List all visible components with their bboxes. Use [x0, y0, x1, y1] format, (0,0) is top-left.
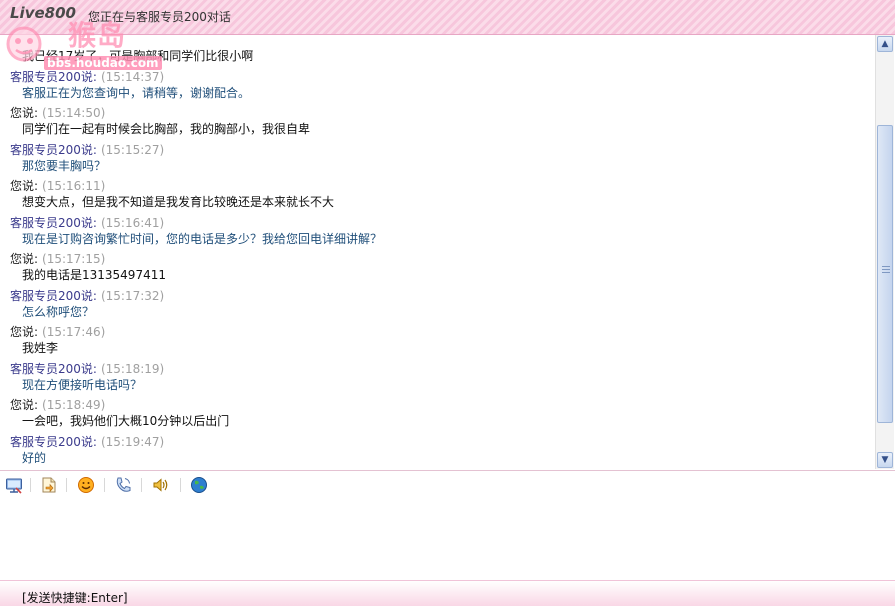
message-text: 好的 — [22, 450, 47, 465]
message-sender: 客服专员200说: — [10, 142, 97, 157]
chat-message: 客服专员200说: (15:15:27) 那您要丰胸吗？ — [0, 139, 874, 176]
message-timestamp: (15:19:47) — [100, 434, 165, 449]
message-text: 那您要丰胸吗？ — [22, 158, 107, 173]
message-sender: 客服专员200说: — [10, 361, 97, 376]
toolbar-separator — [104, 478, 105, 492]
chat-message: 客服专员200说: (15:17:32) 怎么称呼您？ — [0, 285, 874, 322]
message-text: 我姓李 — [22, 341, 59, 355]
message-header: 客服专员200说: (15:18:19) — [10, 360, 164, 377]
screen-capture-icon[interactable] — [5, 476, 23, 494]
message-timestamp: (15:17:32) — [100, 288, 165, 303]
message-text: 我的电话是13135497411 — [22, 268, 166, 282]
message-sender: 您说: — [10, 106, 39, 120]
scroll-thumb[interactable] — [877, 125, 893, 423]
message-header: 您说: (15:16:11) — [10, 177, 105, 194]
message-timestamp: (15:16:11) — [42, 179, 106, 193]
sound-icon[interactable] — [152, 476, 170, 494]
message-timestamp: (15:15:27) — [100, 142, 165, 157]
status-bar: [发送快捷键:Enter] — [0, 580, 895, 606]
watermark-url: bbs.houdao.com — [44, 56, 162, 70]
scroll-up-button[interactable]: ▲ — [877, 36, 893, 52]
message-sender: 客服专员200说: — [10, 288, 97, 303]
message-header: 您说: (15:14:50) — [10, 104, 105, 121]
message-header: 客服专员200说: (15:16:41) — [10, 214, 164, 231]
message-sender: 您说: — [10, 252, 39, 266]
file-send-icon[interactable] — [40, 476, 58, 494]
emoticon-icon[interactable] — [77, 476, 95, 494]
send-shortcut-hint: [发送快捷键:Enter] — [22, 591, 128, 605]
chat-message: 客服专员200说: (15:16:41) 现在是订购咨询繁忙时间，您的电话是多少？我… — [0, 212, 874, 249]
watermark-monkey-icon — [6, 26, 42, 62]
chat-message: 您说: (15:18:49) 一会吧，我妈他们大概10分钟以后出门 — [0, 394, 874, 431]
scroll-down-button[interactable]: ▼ — [877, 452, 893, 468]
chat-history[interactable]: 我已经17岁了，可是胸部和同学们比很小啊 客服专员200说:(15:14:37)… — [0, 35, 874, 469]
chat-scrollbar[interactable]: ▲ ▼ — [875, 35, 894, 469]
message-header: 客服专员200说: (15:15:27) — [10, 141, 164, 158]
chat-message: 客服专员200说: (15:18:19) 现在方便接听电话吗？ — [0, 358, 874, 395]
watermark-text: 猴岛 — [68, 19, 127, 52]
chat-message: 您说: (15:14:50) 同学们在一起有时候会比胸部，我的胸部小，我很自卑 — [0, 102, 874, 139]
message-header: 客服专员200说: (15:17:32) — [10, 287, 164, 304]
message-text: 客服正在为您查询中，请稍等，谢谢配合。 — [22, 85, 251, 100]
toolbar-separator — [66, 478, 67, 492]
message-text: 现在方便接听电话吗？ — [22, 377, 143, 392]
chat-toolbar — [0, 470, 895, 499]
message-input[interactable] — [0, 499, 895, 583]
message-sender: 您说: — [10, 398, 39, 412]
message-header: 您说: (15:18:49) — [10, 396, 105, 413]
message-list: 我已经17岁了，可是胸部和同学们比很小啊 客服专员200说:(15:14:37)… — [0, 35, 874, 469]
message-header: 您说: (15:17:46) — [10, 323, 105, 340]
message-header: 客服专员200说: (15:19:47) — [10, 433, 164, 450]
message-sender: 客服专员200说: — [10, 434, 97, 449]
message-timestamp: (15:17:46) — [42, 325, 106, 339]
message-text: 一会吧，我妈他们大概10分钟以后出门 — [22, 414, 230, 428]
message-timestamp: (15:14:50) — [42, 106, 106, 120]
message-text: 想变大点，但是我不知道是我发育比较晚还是本来就长不大 — [22, 195, 335, 209]
chat-message: 客服专员200说: (15:19:47) 好的 — [0, 431, 874, 468]
toolbar-separator — [180, 478, 181, 492]
chat-message: 您说:(15:21:55) — [0, 467, 874, 469]
message-sender: 您说: — [10, 325, 39, 339]
message-timestamp: (15:18:19) — [100, 361, 165, 376]
scroll-grip-icon — [882, 266, 890, 275]
message-timestamp: (15:18:49) — [42, 398, 106, 412]
web-browser-icon[interactable] — [190, 476, 208, 494]
message-sender: 您说: — [10, 179, 39, 193]
chat-message: 您说: (15:17:46) 我姓李 — [0, 321, 874, 358]
message-timestamp: (15:17:15) — [42, 252, 106, 266]
phone-callback-icon[interactable] — [114, 476, 132, 494]
chat-message: 您说: (15:17:15) 我的电话是13135497411 — [0, 248, 874, 285]
watermark: 猴岛 bbs.houdao.com — [4, 19, 162, 78]
message-text: 同学们在一起有时候会比胸部，我的胸部小，我很自卑 — [22, 122, 311, 136]
message-text: 现在是订购咨询繁忙时间，您的电话是多少？我给您回电详细讲解？ — [22, 231, 383, 246]
chat-message: 您说: (15:16:11) 想变大点，但是我不知道是我发育比较晚还是本来就长不大 — [0, 175, 874, 212]
message-sender: 客服专员200说: — [10, 215, 97, 230]
toolbar-separator — [141, 478, 142, 492]
message-text: 怎么称呼您？ — [22, 304, 95, 319]
message-timestamp: (15:16:41) — [100, 215, 165, 230]
toolbar-separator — [30, 478, 31, 492]
message-header: 您说: (15:17:15) — [10, 250, 105, 267]
